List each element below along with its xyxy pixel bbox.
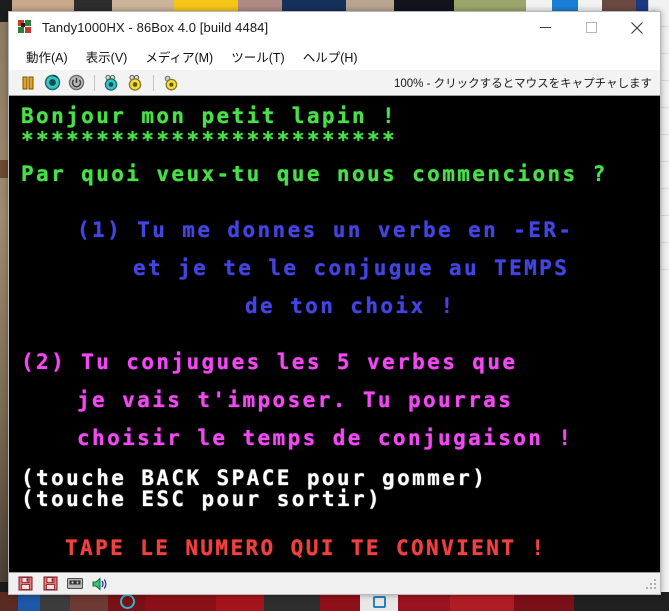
dos-line-option2a: (2) Tu conjugues les 5 verbes que xyxy=(21,350,518,374)
resize-grip[interactable] xyxy=(644,577,658,591)
menu-tools[interactable]: ツール(T) xyxy=(222,44,293,69)
menu-help[interactable]: ヘルプ(H) xyxy=(294,44,367,69)
floppy-b-icon[interactable] xyxy=(39,574,61,594)
menu-view[interactable]: 表示(V) xyxy=(77,44,137,69)
toolbar-separator-2 xyxy=(153,74,154,91)
hard-reset-button[interactable] xyxy=(100,72,122,94)
menu-bar[interactable]: 動作(A) 表示(V) メディア(M) ツール(T) ヘルプ(H) xyxy=(9,43,660,70)
pause-button[interactable] xyxy=(17,72,39,94)
window-titlebar[interactable]: Tandy1000HX - 86Box 4.0 [build 4484] xyxy=(9,12,660,43)
86box-icon xyxy=(18,19,34,36)
power-button[interactable] xyxy=(65,72,87,94)
close-button[interactable] xyxy=(614,12,660,43)
maximize-button[interactable] xyxy=(568,12,614,43)
dos-line-option2b: je vais t'imposer. Tu pourras xyxy=(77,388,514,412)
window-title: Tandy1000HX - 86Box 4.0 [build 4484] xyxy=(42,20,269,35)
desktop-left-edge xyxy=(0,22,8,582)
dos-screen[interactable]: Bonjour mon petit lapin ! ***************… xyxy=(9,96,660,572)
soft-reset-button[interactable] xyxy=(124,72,146,94)
ctrl-alt-del-button[interactable] xyxy=(41,72,63,94)
menu-media[interactable]: メディア(M) xyxy=(136,44,222,69)
toolbar-separator xyxy=(94,74,95,91)
emulator-window: Tandy1000HX - 86Box 4.0 [build 4484] 動作(… xyxy=(8,11,661,595)
settings-button[interactable] xyxy=(159,72,181,94)
dos-line-option2c: choisir le temps de conjugaison ! xyxy=(77,426,574,450)
dos-line-greeting: Bonjour mon petit lapin ! xyxy=(21,104,398,128)
cassette-icon[interactable] xyxy=(64,574,86,594)
dos-line-hint-esc: (touche ESC pour sortir) xyxy=(21,487,383,511)
capture-status-text: 100% - クリックするとマウスをキャプチャします xyxy=(393,77,652,90)
minimize-button[interactable] xyxy=(522,12,568,43)
dos-line-option1b: et je te le conjugue au TEMPS xyxy=(133,256,570,280)
machine-status-bar xyxy=(9,572,660,594)
dos-line-prompt: TAPE LE NUMERO QUI TE CONVIENT ! xyxy=(65,536,547,560)
dos-line-option1c: de ton choix ! xyxy=(245,294,456,318)
speaker-icon[interactable] xyxy=(89,574,111,594)
dos-line-separator: ************************* xyxy=(21,128,398,152)
toolbar[interactable]: 100% - クリックするとマウスをキャプチャします xyxy=(9,70,660,96)
floppy-a-icon[interactable] xyxy=(14,574,36,594)
desktop-left-edge-marker xyxy=(0,160,8,178)
dos-line-hint-backspace: (touche BACK SPACE pour gommer) xyxy=(21,466,488,490)
dos-line-question: Par quoi veux-tu que nous commencions ? xyxy=(21,162,608,186)
menu-action[interactable]: 動作(A) xyxy=(17,44,77,69)
window-controls xyxy=(522,12,660,43)
dos-line-option1a: (1) Tu me donnes un verbe en -ER- xyxy=(77,218,574,242)
